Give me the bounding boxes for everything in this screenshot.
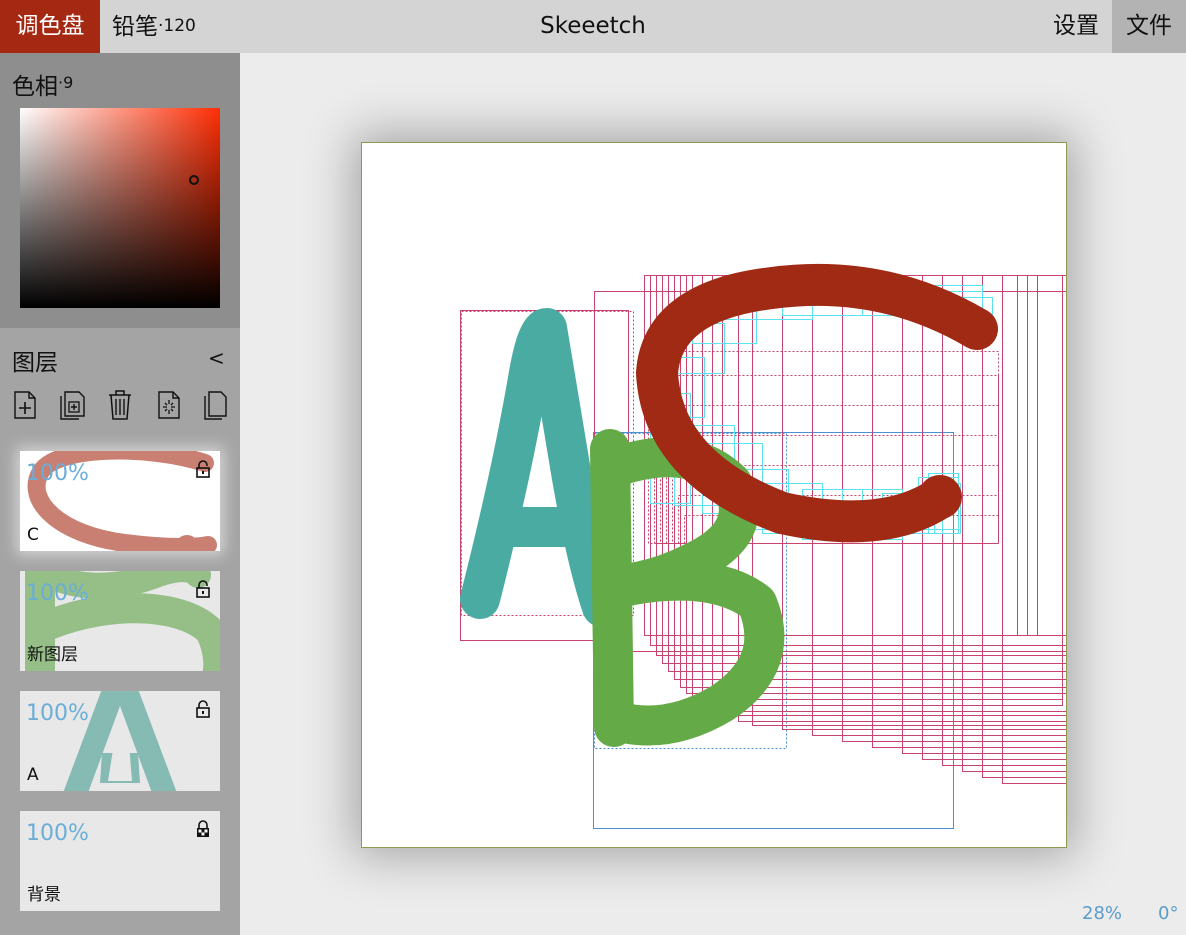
brush-name: 铅笔 xyxy=(112,14,158,40)
collapse-panel-button[interactable]: < xyxy=(208,346,225,370)
brush-size: ·120 xyxy=(158,16,196,36)
layers-title: 图层 xyxy=(12,350,58,376)
layer-opacity: 100% xyxy=(26,701,89,726)
stroke-a[interactable] xyxy=(460,308,622,627)
layer-item-new-layer[interactable]: 100% 新图层 xyxy=(20,571,220,671)
layer-item-a[interactable]: 100% A xyxy=(20,691,220,791)
new-layer-icon[interactable] xyxy=(10,388,40,422)
hue-label-text: 色相 xyxy=(12,74,58,100)
new-group-icon[interactable] xyxy=(57,388,87,422)
brush-selector[interactable]: 铅笔·120 xyxy=(100,0,230,53)
unlock-icon[interactable] xyxy=(195,460,211,478)
layers-panel: 图层 < 100% C 100% 新图层 100% A 100% 背景 xyxy=(0,328,240,935)
lock-icon[interactable] xyxy=(195,820,211,838)
color-picker-cursor[interactable] xyxy=(189,175,199,185)
artboard[interactable] xyxy=(361,142,1067,848)
file-menu[interactable]: 文件 xyxy=(1112,0,1186,53)
top-bar: Skeeetch 调色盘 铅笔·120 设置 文件 xyxy=(0,0,1186,53)
hue-slider-label[interactable]: 色相·9 xyxy=(12,67,73,101)
layer-name: A xyxy=(27,765,39,785)
zoom-level[interactable]: 28% xyxy=(1082,903,1122,924)
layer-opacity: 100% xyxy=(26,461,89,486)
layer-name: 新图层 xyxy=(27,645,78,665)
drawing-canvas[interactable] xyxy=(362,143,1066,847)
canvas-area[interactable]: 28% 0° xyxy=(240,53,1186,935)
layer-name: C xyxy=(27,525,39,545)
delete-icon[interactable] xyxy=(105,388,135,422)
sidebar: 色相·9 图层 < 100% C 100% 新图层 100% A 100% 背景 xyxy=(0,53,240,935)
unlock-icon[interactable] xyxy=(195,580,211,598)
layer-opacity: 100% xyxy=(26,581,89,606)
hue-value: ·9 xyxy=(58,73,74,92)
layer-item-c[interactable]: 100% C xyxy=(20,451,220,551)
settings-menu[interactable]: 设置 xyxy=(1040,0,1112,53)
layer-item-background[interactable]: 100% 背景 xyxy=(20,811,220,911)
rotation-angle[interactable]: 0° xyxy=(1158,903,1178,924)
duplicate-icon[interactable] xyxy=(200,388,230,422)
color-panel: 色相·9 xyxy=(0,53,240,328)
layer-name: 背景 xyxy=(27,885,61,905)
clear-icon[interactable] xyxy=(154,388,184,422)
palette-tab[interactable]: 调色盘 xyxy=(0,0,100,53)
layer-opacity: 100% xyxy=(26,821,89,846)
unlock-icon[interactable] xyxy=(195,700,211,718)
saturation-value-picker[interactable] xyxy=(20,108,220,308)
